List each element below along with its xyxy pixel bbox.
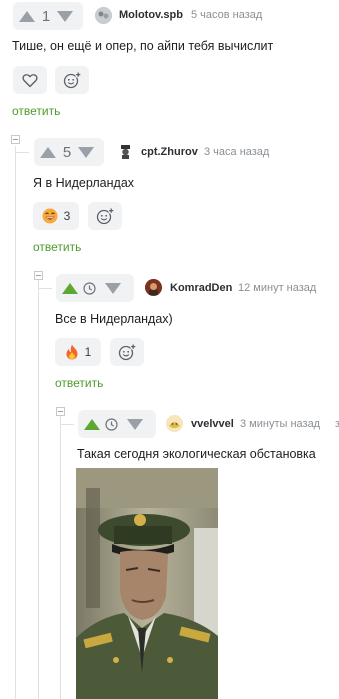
reaction-button[interactable]: 1: [55, 338, 101, 366]
timestamp[interactable]: 12 минут назад: [238, 282, 316, 294]
comment-text: Тише, он ещё и опер, по айпи тебя вычисл…: [12, 39, 274, 53]
fire-icon: [66, 344, 78, 360]
downvote-button[interactable]: [78, 146, 94, 158]
thread-branch-3: [60, 424, 74, 425]
vote-box: 5: [34, 138, 104, 166]
comment-text: Все в Нидерландах): [55, 312, 173, 326]
vote-box: [56, 274, 134, 302]
avatar-image: [166, 415, 183, 432]
collapse-toggle[interactable]: [34, 271, 43, 280]
vote-box: [78, 410, 156, 438]
comment-text: Я в Нидерландах: [33, 176, 135, 190]
timestamp[interactable]: 3 минуты назад: [240, 418, 320, 430]
avatar-image: [145, 279, 162, 296]
like-button[interactable]: [13, 66, 47, 94]
add-reaction-button[interactable]: [55, 66, 89, 94]
officer-photo: [76, 468, 218, 699]
author-name[interactable]: KomradDen: [170, 282, 232, 294]
downvote-button[interactable]: [57, 10, 73, 22]
reaction-button[interactable]: 3: [33, 202, 79, 230]
rating-count: 1: [41, 7, 51, 25]
more-indicator: з: [335, 418, 339, 429]
avatar[interactable]: [117, 143, 134, 160]
upvote-button[interactable]: [40, 146, 56, 158]
upvote-button[interactable]: [62, 282, 78, 294]
avatar[interactable]: [95, 7, 112, 24]
clock-icon: [105, 417, 118, 431]
author-name[interactable]: vvelvvel: [191, 418, 234, 430]
thread-branch-1: [15, 152, 29, 153]
add-reaction-icon: [63, 72, 81, 89]
avatar[interactable]: [166, 415, 183, 432]
comment-image[interactable]: [76, 468, 218, 699]
avatar-image: [121, 145, 130, 159]
add-reaction-button[interactable]: [88, 202, 122, 230]
thread-branch-2: [38, 288, 52, 289]
comment-text: Такая сегодня экологическая обстановка: [77, 447, 316, 461]
grinning-face-icon: [42, 208, 58, 224]
add-reaction-button[interactable]: [110, 338, 144, 366]
reply-link[interactable]: ответить: [12, 104, 60, 118]
add-reaction-icon: [118, 344, 136, 361]
reply-link[interactable]: ответить: [55, 376, 103, 390]
clock-icon: [83, 281, 96, 295]
thread-line-3: [60, 416, 61, 699]
thread-line-1: [15, 146, 16, 699]
timestamp[interactable]: 5 часов назад: [191, 9, 262, 21]
collapse-toggle[interactable]: [56, 407, 65, 416]
avatar[interactable]: [145, 279, 162, 296]
add-reaction-icon: [96, 208, 114, 225]
author-name[interactable]: Molotov.spb: [119, 9, 183, 21]
reaction-count: 3: [63, 209, 71, 223]
author-name[interactable]: cpt.Zhurov: [141, 146, 198, 158]
upvote-button[interactable]: [84, 418, 100, 430]
vote-box: 1: [13, 2, 83, 30]
avatar-image: [95, 7, 112, 24]
downvote-button[interactable]: [105, 282, 121, 294]
reply-link[interactable]: ответить: [33, 240, 81, 254]
reaction-count: 1: [84, 345, 92, 359]
downvote-button[interactable]: [127, 418, 143, 430]
collapse-toggle[interactable]: [11, 135, 20, 144]
timestamp[interactable]: 3 часа назад: [204, 146, 269, 158]
thread-line-2: [38, 280, 39, 699]
heart-icon: [22, 73, 38, 87]
upvote-button[interactable]: [19, 10, 35, 22]
rating-count: 5: [62, 143, 72, 161]
